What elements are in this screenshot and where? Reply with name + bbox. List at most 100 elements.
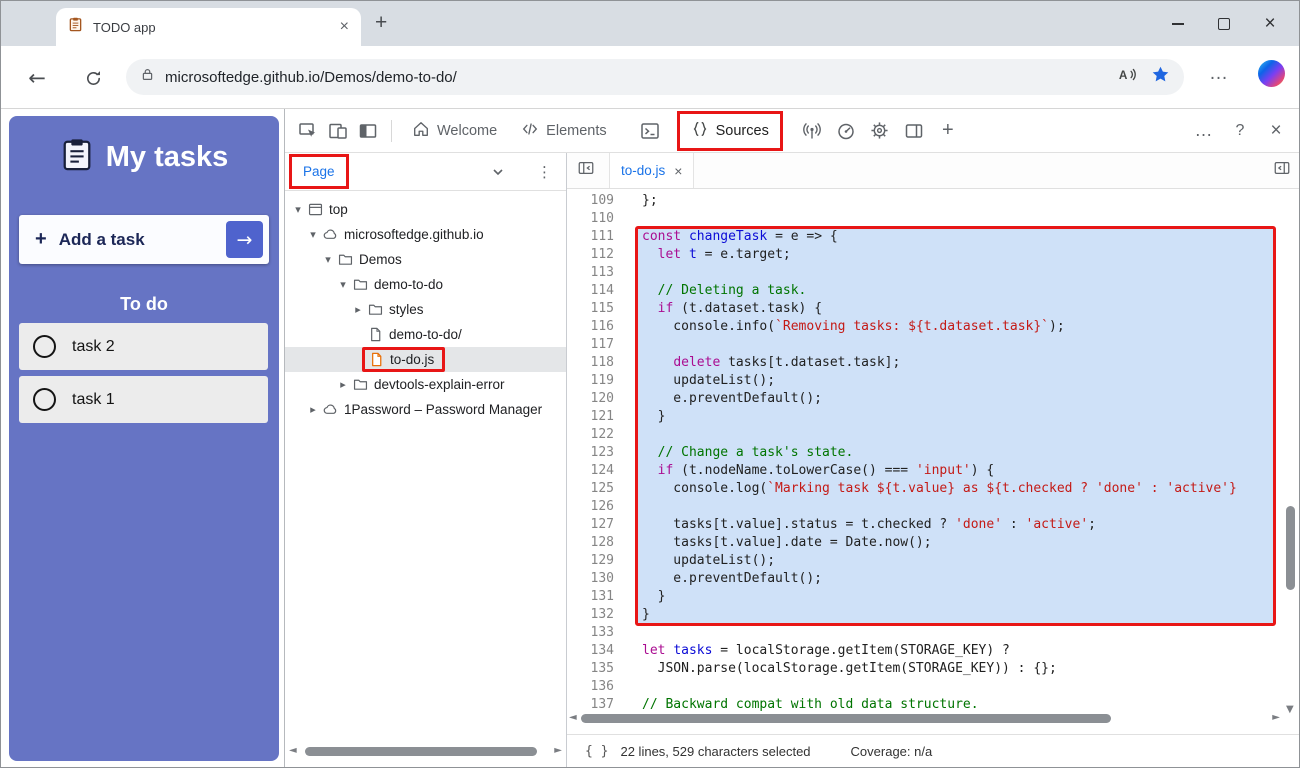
tree-item-demo-to-do[interactable]: demo-to-do/ bbox=[285, 322, 566, 347]
gear-icon[interactable] bbox=[865, 116, 895, 146]
chevron-right-icon[interactable]: ▸ bbox=[306, 403, 320, 416]
tree-item-content[interactable]: 1Password – Password Manager bbox=[320, 399, 548, 420]
line-number[interactable]: 118 bbox=[567, 354, 614, 372]
code-editor[interactable]: 109};110111const changeTask = e => {112 … bbox=[567, 189, 1282, 717]
navigator-toggle-icon[interactable] bbox=[577, 159, 595, 182]
task-checkbox[interactable] bbox=[33, 388, 56, 411]
chevron-right-icon[interactable]: ▸ bbox=[351, 303, 365, 316]
add-tools-icon[interactable]: + bbox=[933, 116, 963, 146]
line-number[interactable]: 132 bbox=[567, 606, 614, 624]
code-line-114[interactable]: 114 // Deleting a task. bbox=[567, 282, 1282, 300]
code-line-109[interactable]: 109}; bbox=[567, 192, 1282, 210]
code-line-116[interactable]: 116 console.info(`Removing tasks: ${t.da… bbox=[567, 318, 1282, 336]
tree-item-styles[interactable]: ▸styles bbox=[285, 297, 566, 322]
favorite-star-icon[interactable] bbox=[1151, 65, 1170, 89]
line-number[interactable]: 131 bbox=[567, 588, 614, 606]
tree-item-content[interactable]: demo-to-do/ bbox=[365, 324, 468, 345]
tree-item-devtools-explain-error[interactable]: ▸devtools-explain-error bbox=[285, 372, 566, 397]
back-button[interactable]: ← bbox=[25, 66, 49, 90]
navigator-more-icon[interactable]: ⋮ bbox=[537, 163, 552, 181]
task-checkbox[interactable] bbox=[33, 335, 56, 358]
tree-item-content[interactable]: devtools-explain-error bbox=[350, 374, 511, 395]
code-line-122[interactable]: 122 bbox=[567, 426, 1282, 444]
editor-tab-close-icon[interactable]: × bbox=[674, 163, 682, 179]
line-number[interactable]: 125 bbox=[567, 480, 614, 498]
scroll-right-icon[interactable]: ► bbox=[1272, 713, 1280, 723]
code-line-121[interactable]: 121 } bbox=[567, 408, 1282, 426]
code-line-125[interactable]: 125 console.log(`Marking task ${t.value}… bbox=[567, 480, 1282, 498]
navigator-tab-page[interactable]: Page bbox=[291, 155, 347, 188]
line-number[interactable]: 110 bbox=[567, 210, 614, 228]
tree-item-content[interactable]: to-do.js bbox=[362, 347, 445, 372]
navigator-hscrollbar[interactable]: ◄ ► bbox=[287, 744, 564, 759]
code-line-113[interactable]: 113 bbox=[567, 264, 1282, 282]
line-number[interactable]: 126 bbox=[567, 498, 614, 516]
scrollbar-thumb[interactable] bbox=[305, 747, 537, 756]
tab-elements[interactable]: Elements bbox=[509, 109, 618, 153]
code-line-124[interactable]: 124 if (t.nodeName.toLowerCase() === 'in… bbox=[567, 462, 1282, 480]
tree-item-demo-to-do[interactable]: ▾demo-to-do bbox=[285, 272, 566, 297]
chevron-down-icon[interactable]: ▾ bbox=[321, 253, 335, 266]
tree-item-content[interactable]: microsoftedge.github.io bbox=[320, 224, 490, 245]
editor-vscrollbar[interactable]: ▼ bbox=[1282, 189, 1299, 717]
code-line-128[interactable]: 128 tasks[t.value].date = Date.now(); bbox=[567, 534, 1282, 552]
code-line-119[interactable]: 119 updateList(); bbox=[567, 372, 1282, 390]
code-line-117[interactable]: 117 bbox=[567, 336, 1282, 354]
tree-item-content[interactable]: styles bbox=[365, 299, 430, 320]
file-tree[interactable]: ▾top▾microsoftedge.github.io▾Demos▾demo-… bbox=[285, 191, 566, 737]
inspect-icon[interactable] bbox=[293, 116, 323, 146]
editor-tab-todojs[interactable]: to-do.js × bbox=[609, 153, 694, 188]
scroll-left-icon[interactable]: ◄ bbox=[289, 746, 297, 756]
copilot-icon[interactable] bbox=[1258, 60, 1285, 87]
code-line-115[interactable]: 115 if (t.dataset.task) { bbox=[567, 300, 1282, 318]
url-text[interactable]: microsoftedge.github.io/Demos/demo-to-do… bbox=[165, 69, 1107, 86]
devtools-menu-icon[interactable]: … bbox=[1189, 116, 1219, 146]
line-number[interactable]: 137 bbox=[567, 696, 614, 714]
chevron-right-icon[interactable]: ▸ bbox=[336, 378, 350, 391]
refresh-button[interactable] bbox=[81, 66, 105, 90]
gauge-icon[interactable] bbox=[831, 116, 861, 146]
line-number[interactable]: 128 bbox=[567, 534, 614, 552]
line-number[interactable]: 130 bbox=[567, 570, 614, 588]
read-aloud-icon[interactable]: A bbox=[1117, 65, 1137, 89]
new-tab-button[interactable]: + bbox=[375, 11, 387, 35]
line-number[interactable]: 121 bbox=[567, 408, 614, 426]
chevron-down-icon[interactable]: ▾ bbox=[291, 203, 305, 216]
code-line-132[interactable]: 132} bbox=[567, 606, 1282, 624]
scroll-down-icon[interactable]: ▼ bbox=[1286, 704, 1294, 715]
scroll-right-icon[interactable]: ► bbox=[554, 746, 562, 756]
code-line-134[interactable]: 134let tasks = localStorage.getItem(STOR… bbox=[567, 642, 1282, 660]
devtools-close-icon[interactable]: × bbox=[1261, 116, 1291, 146]
code-line-135[interactable]: 135 JSON.parse(localStorage.getItem(STOR… bbox=[567, 660, 1282, 678]
dock-side-icon[interactable] bbox=[899, 116, 929, 146]
line-number[interactable]: 134 bbox=[567, 642, 614, 660]
code-line-136[interactable]: 136 bbox=[567, 678, 1282, 696]
tab-welcome[interactable]: Welcome bbox=[400, 109, 509, 153]
console-icon[interactable] bbox=[635, 116, 665, 146]
code-line-111[interactable]: 111const changeTask = e => { bbox=[567, 228, 1282, 246]
sidebar-toggle-icon[interactable] bbox=[1273, 159, 1291, 182]
add-task-button[interactable]: + Add a task → bbox=[19, 215, 269, 264]
minimize-button[interactable] bbox=[1155, 1, 1201, 46]
code-line-123[interactable]: 123 // Change a task's state. bbox=[567, 444, 1282, 462]
line-number[interactable]: 122 bbox=[567, 426, 614, 444]
task-item[interactable]: task 1 bbox=[19, 376, 268, 423]
line-number[interactable]: 123 bbox=[567, 444, 614, 462]
window-close-button[interactable]: × bbox=[1247, 1, 1293, 46]
chevron-down-icon[interactable]: ▾ bbox=[336, 278, 350, 291]
tree-item-1password-password-manager[interactable]: ▸1Password – Password Manager bbox=[285, 397, 566, 422]
line-number[interactable]: 119 bbox=[567, 372, 614, 390]
tree-item-top[interactable]: ▾top bbox=[285, 197, 566, 222]
address-bar[interactable]: microsoftedge.github.io/Demos/demo-to-do… bbox=[126, 59, 1184, 95]
tree-item-microsoftedge-github-io[interactable]: ▾microsoftedge.github.io bbox=[285, 222, 566, 247]
line-number[interactable]: 124 bbox=[567, 462, 614, 480]
device-toolbar-icon[interactable] bbox=[323, 116, 353, 146]
line-number[interactable]: 120 bbox=[567, 390, 614, 408]
code-line-120[interactable]: 120 e.preventDefault(); bbox=[567, 390, 1282, 408]
tree-item-demos[interactable]: ▾Demos bbox=[285, 247, 566, 272]
code-line-137[interactable]: 137// Backward compat with old data stru… bbox=[567, 696, 1282, 714]
code-line-133[interactable]: 133 bbox=[567, 624, 1282, 642]
line-number[interactable]: 109 bbox=[567, 192, 614, 210]
tree-item-content[interactable]: Demos bbox=[335, 249, 408, 270]
code-line-110[interactable]: 110 bbox=[567, 210, 1282, 228]
